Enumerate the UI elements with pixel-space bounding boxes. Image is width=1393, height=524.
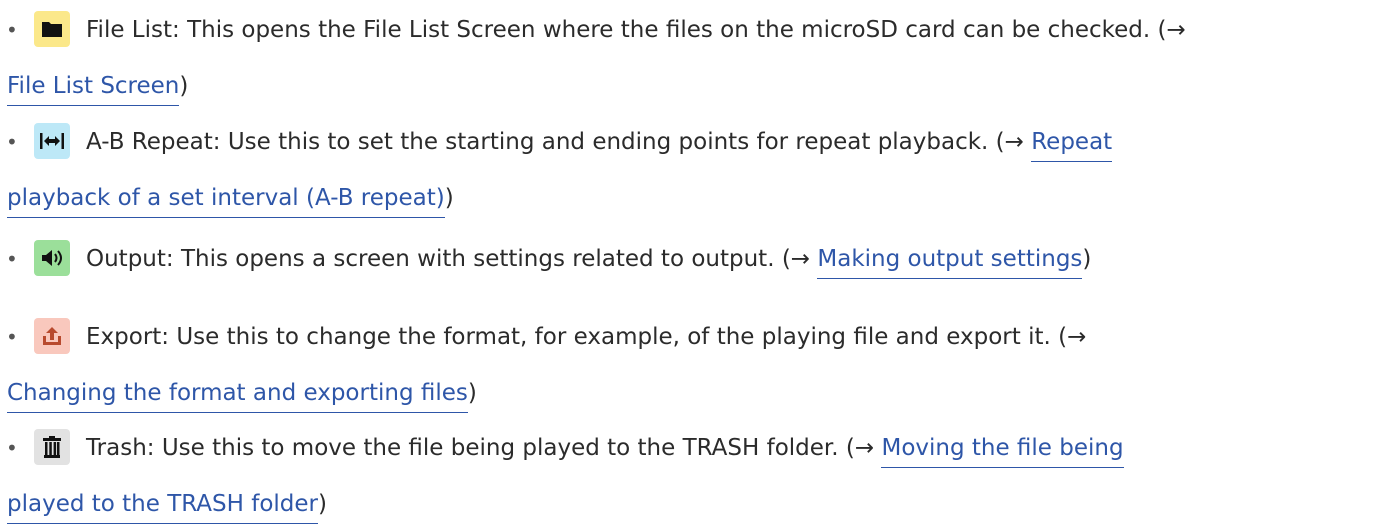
item-text: Output: This opens a screen with setting… [86,246,818,272]
close-paren: ) [467,380,477,406]
folder-icon [34,11,70,47]
file-list-screen-link[interactable]: File List Screen [7,73,180,106]
changing-format-link[interactable]: Changing the format and exporting files [7,380,468,413]
repeat-link-part1[interactable]: Repeat [1031,129,1113,162]
bullet: • [6,247,18,271]
item-text: Export: Use this to change the format, f… [86,324,1087,350]
item-text: A-B Repeat: Use this to set the starting… [86,129,1032,155]
bullet: • [6,325,18,349]
moving-file-link-part2[interactable]: played to the TRASH folder [7,491,319,524]
bullet: • [6,18,18,42]
close-paren: ) [444,185,454,211]
bullet: • [6,130,18,154]
item-text: File List: This opens the File List Scre… [86,17,1186,43]
trash-icon [34,429,70,465]
repeat-link-part2[interactable]: playback of a set interval (A-B repeat) [7,185,445,218]
close-paren: ) [1082,246,1092,272]
making-output-settings-link[interactable]: Making output settings [817,246,1083,279]
item-text: Trash: Use this to move the file being p… [86,435,882,461]
close-paren: ) [318,491,328,517]
speaker-icon [34,240,70,276]
moving-file-link-part1[interactable]: Moving the file being [881,435,1124,468]
bullet: • [6,436,18,460]
export-icon [34,318,70,354]
close-paren: ) [179,73,189,99]
ab-repeat-icon [34,123,70,159]
